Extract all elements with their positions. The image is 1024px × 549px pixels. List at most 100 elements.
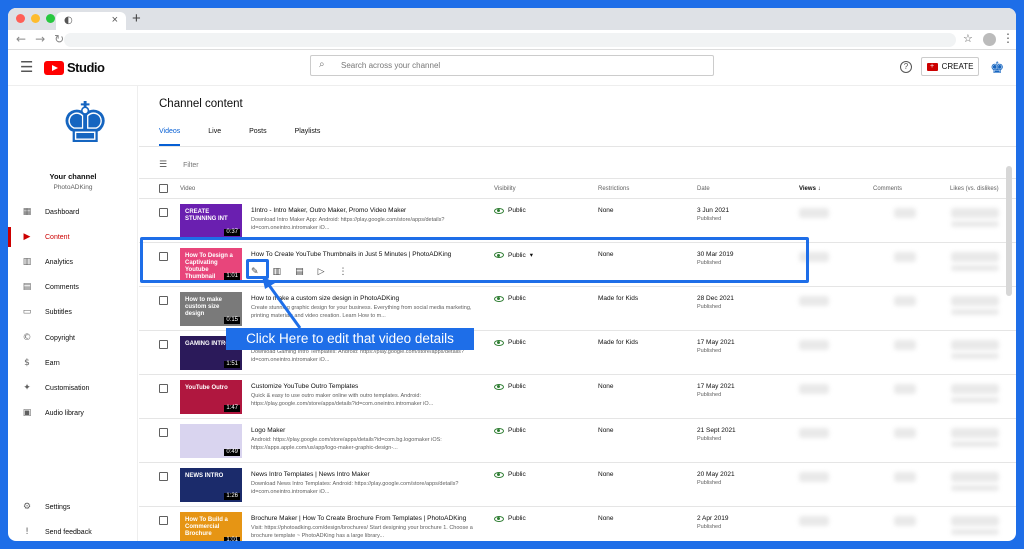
sidebar-item-comments[interactable]: ▤ Comments (8, 277, 138, 297)
column-restrictions: Restrictions (598, 186, 630, 192)
video-title[interactable]: How to make a custom size design in Phot… (251, 295, 481, 302)
video-thumbnail[interactable]: How to make custom size design 0:15 (180, 292, 242, 326)
comments-blurred (894, 296, 916, 306)
video-thumbnail[interactable]: CREATE STUNNING INT 0:37 (180, 204, 242, 238)
sidebar-item-analytics[interactable]: ▥ Analytics (8, 252, 138, 272)
browser-menu-icon[interactable]: ⋮ (1002, 31, 1014, 45)
close-dot[interactable] (16, 14, 25, 23)
likes-blurred (951, 340, 999, 350)
browser-tab[interactable]: ◐ × (56, 12, 126, 30)
create-button[interactable]: + CREATE (921, 57, 979, 76)
table-row[interactable]: 0:49 Logo Maker Android: https://play.goog… (139, 418, 1016, 462)
video-thumbnail[interactable]: How To Build a Commercial Brochure 1:01 (180, 512, 242, 541)
column-views[interactable]: Views ↓ (799, 186, 821, 192)
column-likes[interactable]: Likes (vs. dislikes) (950, 186, 999, 192)
video-title[interactable]: 1Intro - Intro Maker, Outro Maker, Promo… (251, 207, 481, 214)
visibility-cell[interactable]: Public (494, 295, 526, 302)
row-checkbox[interactable] (159, 516, 168, 525)
tab-playlists[interactable]: Playlists (295, 128, 321, 146)
restrictions-cell: None (598, 207, 614, 214)
row-checkbox[interactable] (159, 208, 168, 217)
publish-status: Published (697, 524, 722, 530)
row-checkbox[interactable] (159, 296, 168, 305)
visibility-cell[interactable]: Public (494, 339, 526, 346)
visibility-cell[interactable]: Public (494, 207, 526, 214)
studio-logo[interactable]: Studio (44, 60, 105, 75)
help-icon[interactable]: ? (900, 61, 912, 73)
visibility-cell[interactable]: Public (494, 383, 526, 390)
video-duration: 0:49 (224, 449, 240, 456)
video-title[interactable]: Logo Maker (251, 427, 481, 434)
reload-icon[interactable]: ↻ (54, 32, 64, 46)
content-icon: ▶ (23, 232, 31, 242)
subtitles-icon: ▭ (22, 307, 32, 317)
filter-divider (139, 178, 1016, 179)
row-checkbox[interactable] (159, 340, 168, 349)
tab-live[interactable]: Live (208, 128, 221, 146)
visibility-cell[interactable]: Public (494, 427, 526, 434)
sidebar-item-audio-library[interactable]: ▣ Audio library (8, 403, 138, 423)
row-checkbox[interactable] (159, 428, 168, 437)
address-bar[interactable] (64, 33, 956, 47)
video-title[interactable]: Customize YouTube Outro Templates (251, 383, 481, 390)
table-row[interactable]: CREATE STUNNING INT 0:37 1Intro - Intro Ma… (139, 198, 1016, 242)
scrollbar[interactable] (1006, 166, 1012, 296)
sidebar-item-earn[interactable]: $ Earn (8, 353, 138, 373)
likes-blurred (951, 208, 999, 218)
date-cell: 21 Sept 2021 (697, 427, 736, 434)
video-thumbnail[interactable]: YouTube Outro 1:47 (180, 380, 242, 414)
table-row[interactable]: How to make custom size design 0:15 How to… (139, 286, 1016, 330)
likes-bar-blurred (951, 265, 999, 271)
eye-icon (494, 471, 504, 478)
sidebar-item-content[interactable]: ▶ Content (8, 227, 138, 247)
video-thumbnail[interactable]: NEWS INTRO 1:26 (180, 468, 242, 502)
column-visibility[interactable]: Visibility (494, 186, 516, 192)
account-avatar[interactable]: ♚ (990, 58, 1004, 77)
sidebar-item-copyright[interactable]: © Copyright (8, 328, 138, 348)
sidebar-item-send-feedback[interactable]: ! Send feedback (8, 522, 138, 541)
column-date[interactable]: Date (697, 186, 710, 192)
close-tab-icon[interactable]: × (112, 14, 118, 26)
sidebar-item-label: Send feedback (45, 528, 92, 536)
video-title[interactable]: News Intro Templates | News Intro Maker (251, 471, 481, 478)
sidebar-item-dashboard[interactable]: ▦ Dashboard (8, 202, 138, 222)
sidebar-item-label: Earn (45, 359, 60, 367)
views-blurred (799, 472, 829, 482)
edit-highlight-box (246, 259, 269, 279)
visibility-cell[interactable]: Public (494, 471, 526, 478)
profile-icon[interactable] (983, 33, 996, 46)
table-row[interactable]: NEWS INTRO 1:26 News Intro Templates | New… (139, 462, 1016, 506)
channel-avatar[interactable]: ♚ (60, 94, 110, 154)
back-icon[interactable]: ← (16, 32, 26, 46)
filter-icon: ☰ (159, 160, 168, 170)
views-blurred (799, 384, 829, 394)
video-title[interactable]: Brochure Maker | How To Create Brochure … (251, 515, 481, 522)
restrictions-cell: None (598, 383, 614, 390)
visibility-label: Public (508, 207, 526, 214)
column-comments[interactable]: Comments (873, 186, 902, 192)
row-checkbox[interactable] (159, 384, 168, 393)
table-row[interactable]: YouTube Outro 1:47 Customize YouTube Outro… (139, 374, 1016, 418)
sidebar-item-label: Settings (45, 503, 71, 511)
date-cell: 20 May 2021 (697, 471, 735, 478)
table-row[interactable]: How To Build a Commercial Brochure 1:01 Br… (139, 506, 1016, 541)
video-duration: 0:37 (224, 229, 240, 236)
menu-icon[interactable]: ☰ (20, 58, 33, 76)
sidebar-item-customisation[interactable]: ✦ Customisation (8, 378, 138, 398)
tab-posts[interactable]: Posts (249, 128, 267, 146)
visibility-cell[interactable]: Public (494, 515, 526, 522)
zoom-dot[interactable] (46, 14, 55, 23)
minimize-dot[interactable] (31, 14, 40, 23)
search-input[interactable]: ⌕ Search across your channel (310, 55, 714, 76)
bookmark-star-icon[interactable]: ☆ (963, 32, 973, 45)
select-all-checkbox[interactable] (159, 184, 168, 193)
new-tab-button[interactable]: + (132, 10, 141, 27)
forward-icon[interactable]: → (35, 32, 45, 46)
video-thumbnail[interactable]: 0:49 (180, 424, 242, 458)
row-checkbox[interactable] (159, 472, 168, 481)
sidebar-item-subtitles[interactable]: ▭ Subtitles (8, 302, 138, 322)
filter-bar[interactable]: ☰ Filter (159, 160, 199, 170)
sidebar-item-settings[interactable]: ⚙ Settings (8, 497, 138, 517)
tab-videos[interactable]: Videos (159, 128, 181, 146)
magic-wand-icon: ✦ (23, 383, 31, 393)
